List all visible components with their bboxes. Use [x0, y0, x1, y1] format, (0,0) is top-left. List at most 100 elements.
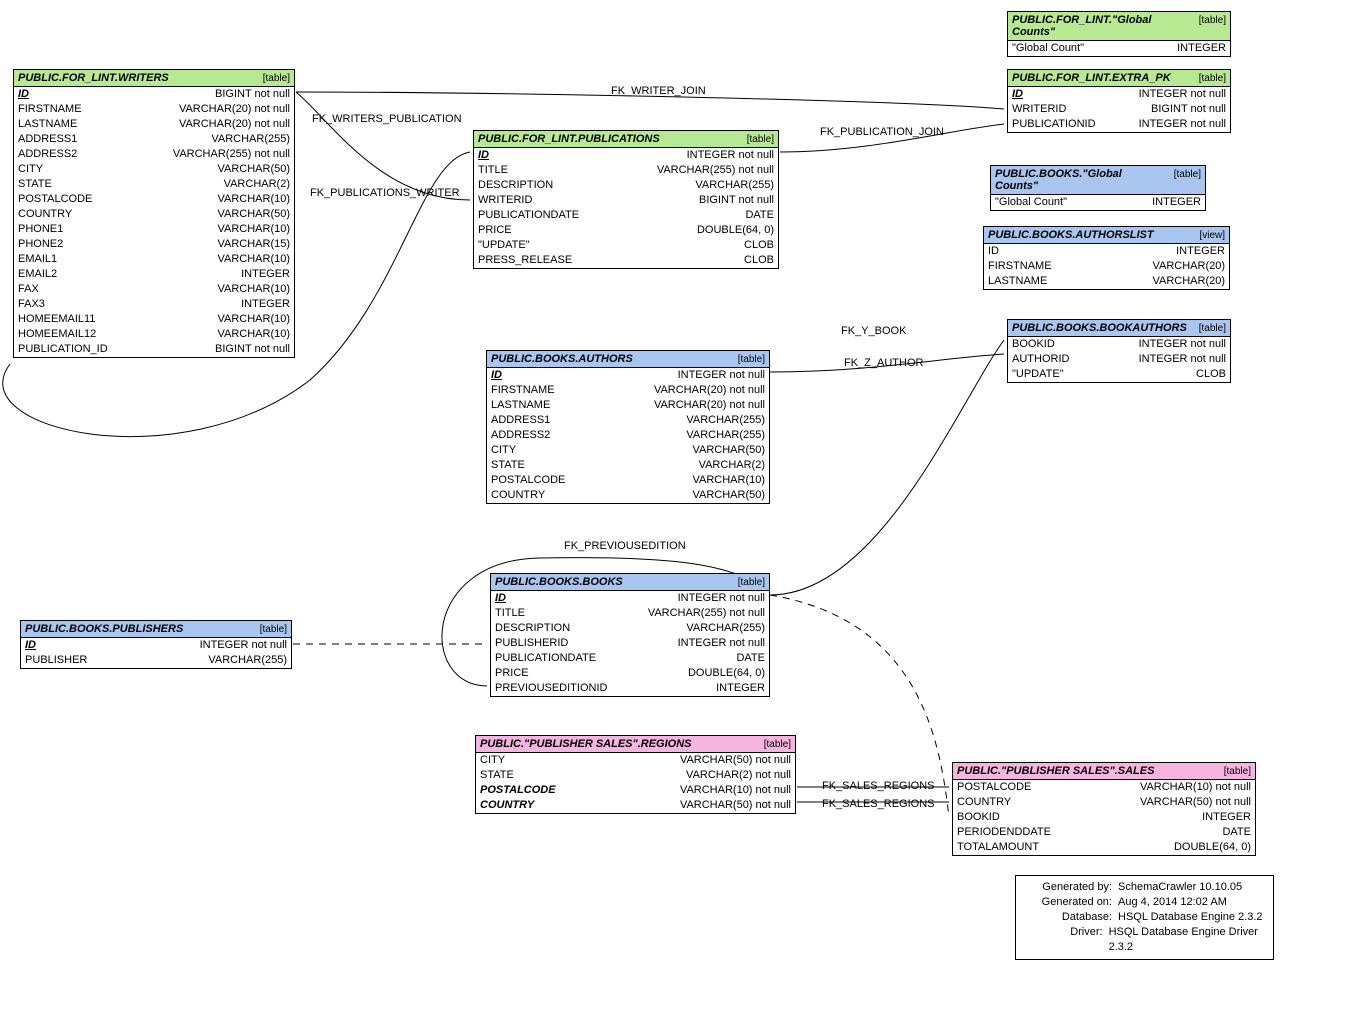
column-type: VARCHAR(255) not null [648, 607, 765, 620]
fk-label: FK_WRITERS_PUBLICATION [312, 113, 462, 125]
meta-generated-by: SchemaCrawler 10.10.05 [1118, 880, 1242, 895]
column-type: VARCHAR(15) [217, 238, 290, 251]
column-row: "Global Count"INTEGER [1008, 41, 1230, 56]
meta-generated-on: Aug 4, 2014 12:02 AM [1118, 895, 1227, 910]
column-name: WRITERID [478, 194, 532, 207]
column-type: INTEGER [241, 298, 290, 311]
column-row: "UPDATE"CLOB [474, 238, 778, 253]
fk-label: FK_PUBLICATION_JOIN [820, 126, 944, 138]
table-title: PUBLIC.BOOKS.AUTHORS [491, 353, 633, 365]
table-tag: [table] [764, 739, 791, 750]
column-name: POSTALCODE [480, 784, 556, 797]
column-row: POSTALCODEVARCHAR(10) not null [476, 783, 795, 798]
column-row: AUTHORIDINTEGER not null [1008, 352, 1230, 367]
column-type: VARCHAR(20) not null [654, 384, 765, 397]
column-type: INTEGER not null [1139, 353, 1226, 366]
metadata-box: Generated by:SchemaCrawler 10.10.05 Gene… [1015, 875, 1274, 960]
column-name: TITLE [495, 607, 525, 620]
column-name: POSTALCODE [18, 193, 92, 206]
column-row: DESCRIPTIONVARCHAR(255) [474, 178, 778, 193]
column-row: FIRSTNAMEVARCHAR(20) [984, 259, 1229, 274]
column-type: VARCHAR(2) [224, 178, 290, 191]
column-name: PHONE1 [18, 223, 63, 236]
column-type: VARCHAR(10) [217, 193, 290, 206]
column-row: ADDRESS1VARCHAR(255) [487, 413, 769, 428]
table-header: PUBLIC.FOR_LINT.EXTRA_PK[table] [1008, 70, 1230, 87]
column-row: WRITERID BIGINT not null [474, 193, 778, 208]
column-row: BOOKIDINTEGER not null [1008, 337, 1230, 352]
column-type: DATE [745, 209, 774, 222]
column-row: EMAIL2INTEGER [14, 267, 294, 282]
meta-driver-label: Driver: [1022, 925, 1103, 955]
column-row: PUBLICATIONDATE DATE [474, 208, 778, 223]
table-tag: [table] [738, 354, 765, 365]
column-type: DOUBLE(64, 0) [697, 224, 774, 237]
column-name: TITLE [478, 164, 508, 177]
column-name: WRITERID [1012, 103, 1066, 116]
column-type: VARCHAR(10) not null [1140, 781, 1251, 794]
column-type: VARCHAR(255) [211, 133, 290, 146]
column-name: TOTALAMOUNT [957, 841, 1039, 854]
meta-database-label: Database: [1022, 910, 1112, 925]
column-row: IDINTEGER not null [1008, 87, 1230, 102]
table-tag: [table] [1199, 15, 1226, 26]
column-type: INTEGER not null [1139, 88, 1226, 101]
meta-generated-on-label: Generated on: [1022, 895, 1112, 910]
column-name: ADDRESS1 [18, 133, 77, 146]
table-title: PUBLIC.BOOKS.PUBLISHERS [25, 623, 183, 635]
column-name: "UPDATE" [478, 239, 530, 252]
column-type: VARCHAR(255) [686, 414, 765, 427]
column-row: ID BIGINT not null [14, 87, 294, 102]
column-row: CITYVARCHAR(50) [14, 162, 294, 177]
fk-label: FK_Y_BOOK [841, 325, 906, 337]
column-name: PUBLISHER [25, 654, 87, 667]
table-extra_pk: PUBLIC.FOR_LINT.EXTRA_PK[table]IDINTEGER… [1007, 69, 1231, 133]
column-name: ID [18, 88, 29, 101]
column-row: PRICEDOUBLE(64, 0) [491, 666, 769, 681]
column-row: WRITERIDBIGINT not null [1008, 102, 1230, 117]
column-row: DESCRIPTIONVARCHAR(255) [491, 621, 769, 636]
column-name: PREVIOUSEDITIONID [495, 682, 607, 695]
table-title: PUBLIC."PUBLISHER SALES".SALES [957, 765, 1154, 777]
column-type: VARCHAR(10) [217, 253, 290, 266]
column-name: POSTALCODE [491, 474, 565, 487]
column-type: VARCHAR(255) [208, 654, 287, 667]
column-type: VARCHAR(50) [692, 444, 765, 457]
table-tag: [table] [1199, 323, 1226, 334]
column-name: COUNTRY [18, 208, 72, 221]
table-header: PUBLIC.FOR_LINT.PUBLICATIONS[table] [474, 131, 778, 148]
table-bookauthors: PUBLIC.BOOKS.BOOKAUTHORS[table]BOOKIDINT… [1007, 319, 1231, 383]
column-type: BIGINT not null [699, 194, 774, 207]
column-name: PUBLICATIONDATE [478, 209, 579, 222]
column-type: CLOB [744, 254, 774, 267]
column-name: FAX [18, 283, 39, 296]
column-row: EMAIL1VARCHAR(10) [14, 252, 294, 267]
column-name: HOMEEMAIL11 [18, 313, 95, 326]
table-global_counts_books: PUBLIC.BOOKS."Global Counts"[table]"Glob… [990, 165, 1206, 211]
table-title: PUBLIC.FOR_LINT."Global Counts" [1012, 14, 1191, 38]
fk-label: FK_SALES_REGIONS [822, 780, 935, 792]
column-type: INTEGER not null [1139, 118, 1226, 131]
column-name: CITY [491, 444, 516, 457]
column-name: "Global Count" [1012, 42, 1084, 55]
column-row: STATEVARCHAR(2) [14, 177, 294, 192]
column-row: PHONE2VARCHAR(15) [14, 237, 294, 252]
table-books: PUBLIC.BOOKS.BOOKS[table]IDINTEGER not n… [490, 573, 770, 697]
column-type: DOUBLE(64, 0) [688, 667, 765, 680]
column-name: FIRSTNAME [18, 103, 82, 116]
column-row: "Global Count"INTEGER [991, 195, 1205, 210]
column-row: IDINTEGER not null [21, 638, 291, 653]
fk-label: FK_WRITER_JOIN [611, 85, 706, 97]
column-type: VARCHAR(50) [692, 489, 765, 502]
table-tag: [table] [1224, 766, 1251, 777]
column-row: POSTALCODE VARCHAR(10) [14, 192, 294, 207]
column-name: BOOKID [1012, 338, 1055, 351]
column-row: PUBLICATIONDATEDATE [491, 651, 769, 666]
table-header: PUBLIC.FOR_LINT.WRITERS[table] [14, 70, 294, 87]
table-title: PUBLIC.FOR_LINT.PUBLICATIONS [478, 133, 660, 145]
column-type: BIGINT not null [215, 88, 290, 101]
column-type: VARCHAR(2) not null [686, 769, 791, 782]
table-title: PUBLIC.FOR_LINT.EXTRA_PK [1012, 72, 1171, 84]
table-tag: [table] [263, 73, 290, 84]
column-type: VARCHAR(255) not null [173, 148, 290, 161]
